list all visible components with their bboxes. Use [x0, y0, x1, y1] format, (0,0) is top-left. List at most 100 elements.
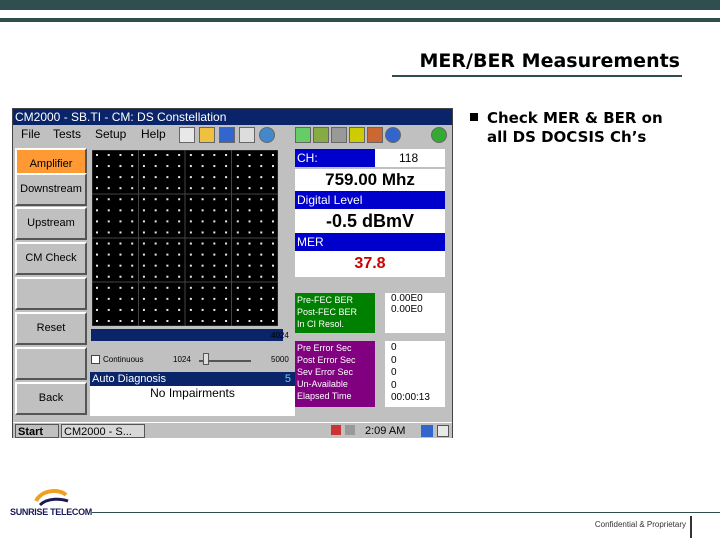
constellation-dot — [213, 154, 216, 156]
constellation-dot — [225, 220, 228, 223]
ch-value[interactable]: 118 — [375, 149, 445, 167]
chart-icon[interactable] — [295, 127, 311, 143]
downstream-button[interactable]: Downstream — [15, 173, 87, 206]
start-button[interactable]: Start — [15, 424, 59, 438]
constellation-dot — [131, 320, 134, 322]
constellation-dot — [142, 154, 145, 156]
digital-level-label: Digital Level — [295, 191, 445, 209]
reset-button[interactable]: Reset — [15, 312, 87, 345]
upstream-button[interactable]: Upstream — [15, 207, 87, 240]
window-title: CM2000 - SB.TI - CM: DS Constellation — [13, 109, 452, 125]
constellation-dot — [131, 176, 134, 179]
taskbar-task-cm2000[interactable]: CM2000 - S... — [61, 424, 145, 438]
constellation-dot — [96, 154, 98, 156]
constellation-dot — [119, 198, 122, 201]
print-icon[interactable] — [331, 127, 347, 143]
elapsed-time-value: 00:00:13 — [391, 392, 430, 403]
slider-thumb[interactable] — [203, 353, 209, 365]
constellation-dot — [201, 154, 204, 156]
constellation-dot — [225, 320, 228, 322]
constellation-dot — [260, 264, 263, 267]
constellation-dot — [189, 297, 192, 300]
constellation-dot — [272, 242, 274, 245]
constellation-dot — [272, 231, 274, 234]
blank-button-1[interactable] — [15, 277, 87, 310]
constellation-dot — [260, 320, 263, 322]
constellation-dot — [189, 176, 192, 179]
constellation-dot — [201, 275, 204, 278]
constellation-dot — [248, 220, 251, 223]
globe-icon[interactable] — [259, 127, 275, 143]
constellation-dot — [260, 209, 263, 212]
constellation-dot — [248, 165, 251, 168]
diagnosis-result: No Impairments — [90, 386, 295, 416]
constellation-dot — [178, 286, 181, 289]
constellation-dot — [178, 187, 181, 190]
help-icon[interactable] — [385, 127, 401, 143]
swoosh-icon — [34, 489, 69, 507]
keyboard-icon[interactable] — [421, 425, 433, 437]
constellation-dot — [213, 242, 216, 245]
constellation-dot — [201, 242, 204, 245]
constellation-dot — [213, 297, 216, 300]
constellation-dot — [225, 154, 228, 156]
constellation-dot — [272, 253, 274, 256]
tray-speaker-icon[interactable] — [345, 425, 355, 435]
constellation-dot — [131, 264, 134, 267]
constellation-dot — [189, 187, 192, 190]
constellation-dot — [107, 165, 110, 168]
auto-diagnosis-bar: Auto Diagnosis 5 — [90, 372, 295, 386]
menu-file[interactable]: File — [21, 127, 40, 141]
constellation-dot — [248, 264, 251, 267]
save-icon[interactable] — [219, 127, 235, 143]
constellation-dot — [272, 209, 274, 212]
open-folder-icon[interactable] — [199, 127, 215, 143]
constellation-dot — [166, 154, 169, 156]
constellation-dot — [131, 297, 134, 300]
post-fec-ber-label: Post-FEC BER — [297, 307, 358, 317]
constellation-dot — [166, 275, 169, 278]
mer-label: MER — [295, 233, 445, 251]
graph-icon[interactable] — [313, 127, 329, 143]
slider-min-label: 1024 — [173, 355, 191, 364]
constellation-dot — [260, 231, 263, 234]
tools-icon[interactable] — [367, 127, 383, 143]
constellation-dot — [154, 297, 157, 300]
constellation-dot — [272, 275, 274, 278]
constellation-dot — [166, 198, 169, 201]
go-icon[interactable] — [431, 127, 447, 143]
constellation-dot — [166, 308, 169, 311]
constellation-dot — [166, 165, 169, 168]
calculator-icon[interactable] — [179, 127, 195, 143]
constellation-dot — [213, 320, 216, 322]
lock-icon[interactable] — [349, 127, 365, 143]
menu-setup[interactable]: Setup — [95, 127, 126, 141]
constellation-dot — [119, 264, 122, 267]
continuous-checkbox[interactable] — [91, 355, 100, 364]
constellation-dot — [225, 231, 228, 234]
constellation-dot — [236, 198, 239, 201]
back-button[interactable]: Back — [15, 382, 87, 415]
constellation-dot — [236, 297, 239, 300]
taskbar: Start CM2000 - S... 2:09 AM — [13, 422, 452, 438]
constellation-dot — [166, 242, 169, 245]
document-icon[interactable] — [239, 127, 255, 143]
constellation-dot — [248, 297, 251, 300]
constellation-dot — [189, 264, 192, 267]
desktop-icon[interactable] — [437, 425, 449, 437]
menu-help[interactable]: Help — [141, 127, 166, 141]
tray-network-icon[interactable] — [331, 425, 341, 435]
menu-tests[interactable]: Tests — [53, 127, 81, 141]
elapsed-time-label: Elapsed Time — [297, 391, 352, 401]
constellation-dot — [131, 308, 134, 311]
constellation-dot — [178, 275, 181, 278]
constellation-dot — [189, 308, 192, 311]
cm-check-button[interactable]: CM Check — [15, 242, 87, 275]
constellation-dot — [201, 253, 204, 256]
constellation-dot — [178, 320, 181, 322]
constellation-dot — [225, 297, 228, 300]
constellation-dot — [142, 176, 145, 179]
blank-button-2[interactable] — [15, 347, 87, 380]
constellation-dot — [236, 231, 239, 234]
constellation-dot — [248, 209, 251, 212]
